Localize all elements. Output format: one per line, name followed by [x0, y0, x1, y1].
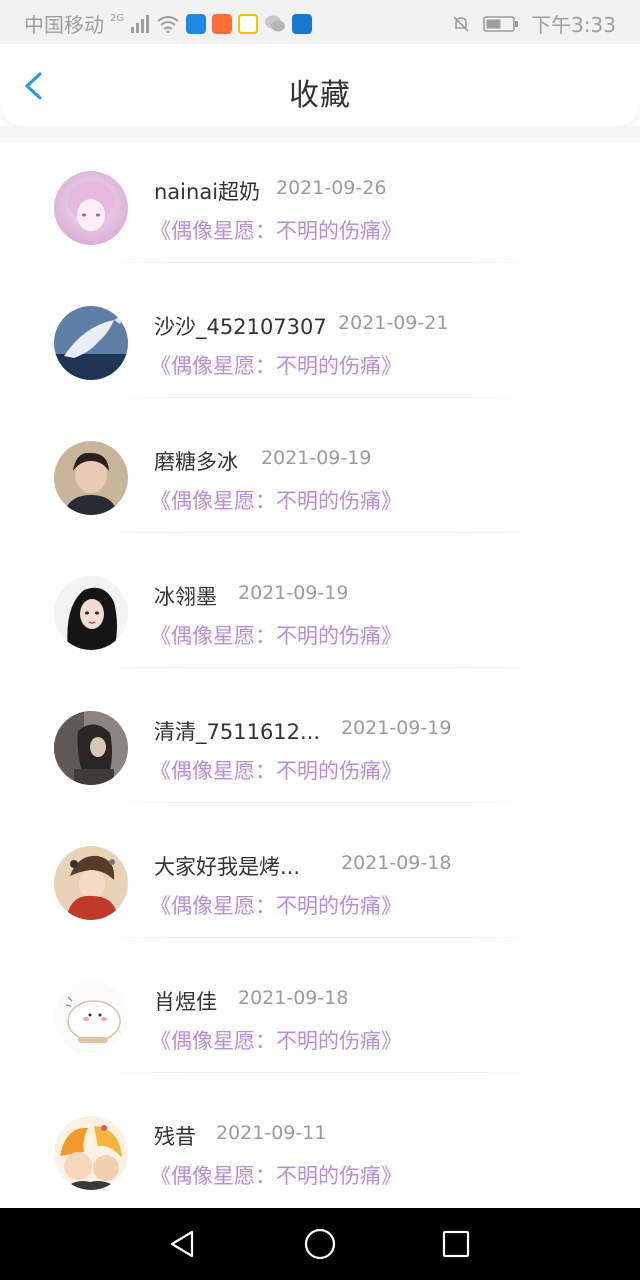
favorite-date: 2021-09-21: [338, 312, 449, 334]
status-right: 下午3:33: [451, 9, 616, 38]
avatar[interactable]: [54, 1116, 128, 1190]
header-spacer: [0, 126, 640, 142]
user-name: 肖煜佳: [154, 990, 217, 1014]
clock-label: 下午3:33: [531, 13, 616, 37]
network-type-label: 2G: [110, 13, 125, 24]
bell-off-icon: [453, 15, 469, 32]
favorite-date: 2021-09-18: [341, 852, 452, 874]
shop-app-icon: [212, 13, 233, 34]
shield-app-icon: [186, 13, 207, 34]
status-left: 中国移动 2G: [24, 9, 313, 38]
row-divider: [100, 532, 540, 533]
row-divider: [100, 397, 540, 398]
row-divider: [100, 802, 540, 803]
avatar[interactable]: [54, 441, 128, 515]
avatar[interactable]: [54, 846, 128, 920]
avatar[interactable]: [54, 576, 128, 650]
nav-recents-button[interactable]: [438, 1226, 474, 1262]
user-name: nainai超奶: [154, 180, 261, 204]
book-title-link[interactable]: 《偶像星愿：不明的伤痛》: [150, 350, 402, 380]
user-name: 清清_7511612...: [154, 720, 321, 744]
avatar[interactable]: [54, 171, 128, 245]
check-app-icon: [238, 13, 259, 34]
app-header: 收藏: [0, 44, 640, 126]
list-item[interactable]: 大家好我是烤... 2021-09-18 《偶像星愿：不明的伤痛》: [0, 817, 640, 952]
favorite-date: 2021-09-11: [216, 1122, 327, 1144]
battery-icon: [483, 15, 519, 32]
list-item[interactable]: 磨糖多冰 2021-09-19 《偶像星愿：不明的伤痛》: [0, 412, 640, 547]
favorite-date: 2021-09-19: [341, 717, 452, 739]
wifi-icon: [157, 15, 179, 33]
row-divider: [100, 937, 540, 938]
book-title-link[interactable]: 《偶像星愿：不明的伤痛》: [150, 485, 402, 515]
row-divider: [100, 262, 540, 263]
avatar[interactable]: [54, 306, 128, 380]
user-name: 沙沙_452107307: [154, 315, 327, 339]
carrier-label: 中国移动: [24, 13, 104, 37]
list-item[interactable]: 肖煜佳 2021-09-18 《偶像星愿：不明的伤痛》: [0, 952, 640, 1087]
user-name: 大家好我是烤...: [154, 855, 301, 879]
list-item[interactable]: 清清_7511612... 2021-09-19 《偶像星愿：不明的伤痛》: [0, 682, 640, 817]
user-name: 磨糖多冰: [154, 450, 238, 474]
book-title-link[interactable]: 《偶像星愿：不明的伤痛》: [150, 215, 402, 245]
nav-back-button[interactable]: [164, 1226, 200, 1262]
status-bar: 中国移动 2G 下午3:33: [0, 0, 640, 44]
avatar[interactable]: [54, 711, 128, 785]
page-title: 收藏: [289, 78, 351, 113]
book-title-link[interactable]: 《偶像星愿：不明的伤痛》: [150, 890, 402, 920]
signal-icon: [131, 14, 150, 33]
favorite-date: 2021-09-19: [238, 582, 349, 604]
user-name: 残昔: [154, 1125, 196, 1149]
square-recents-icon: [442, 1230, 470, 1258]
book-title-link[interactable]: 《偶像星愿：不明的伤痛》: [150, 755, 402, 785]
avatar[interactable]: [54, 981, 128, 1055]
circle-home-icon: [304, 1228, 336, 1260]
hotspot-app-icon: [292, 13, 313, 34]
row-divider: [100, 1072, 540, 1073]
favorites-list: nainai超奶 2021-09-26 《偶像星愿：不明的伤痛》 沙沙_4521…: [0, 142, 640, 1222]
wechat-icon: [265, 15, 286, 31]
list-item[interactable]: 残昔 2021-09-11 《偶像星愿：不明的伤痛》: [0, 1087, 640, 1222]
triangle-back-icon: [170, 1230, 194, 1258]
nav-home-button[interactable]: [302, 1226, 338, 1262]
row-divider: [100, 667, 540, 668]
list-item[interactable]: 沙沙_452107307 2021-09-21 《偶像星愿：不明的伤痛》: [0, 277, 640, 412]
system-nav-bar: [0, 1208, 640, 1280]
book-title-link[interactable]: 《偶像星愿：不明的伤痛》: [150, 1160, 402, 1190]
user-name: 冰翎墨: [154, 585, 217, 609]
book-title-link[interactable]: 《偶像星愿：不明的伤痛》: [150, 1025, 402, 1055]
favorite-date: 2021-09-18: [238, 987, 349, 1009]
list-item[interactable]: 冰翎墨 2021-09-19 《偶像星愿：不明的伤痛》: [0, 547, 640, 682]
favorite-date: 2021-09-26: [276, 177, 387, 199]
list-item[interactable]: nainai超奶 2021-09-26 《偶像星愿：不明的伤痛》: [0, 142, 640, 277]
book-title-link[interactable]: 《偶像星愿：不明的伤痛》: [150, 620, 402, 650]
favorite-date: 2021-09-19: [261, 447, 372, 469]
